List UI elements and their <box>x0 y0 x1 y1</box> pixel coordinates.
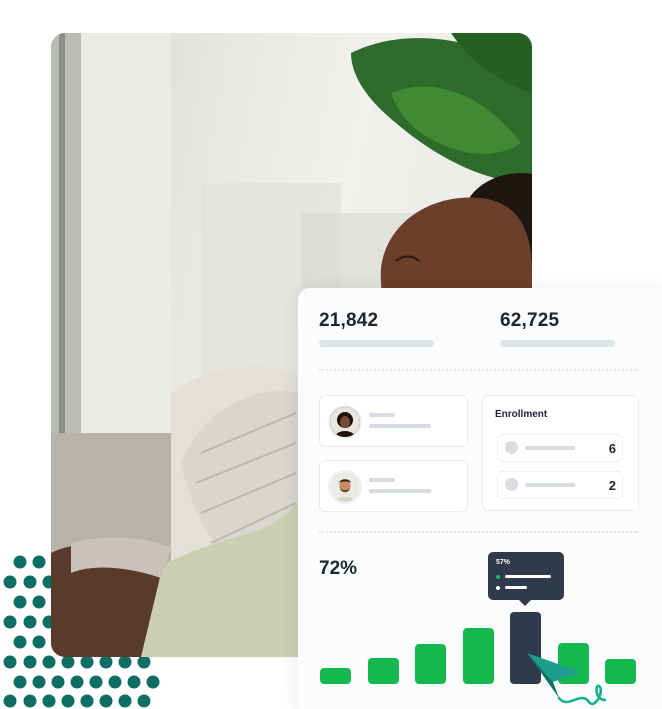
tooltip-line <box>505 586 527 589</box>
paper-plane-icon <box>527 653 607 706</box>
chart-bar[interactable] <box>367 658 399 684</box>
chart-bar[interactable] <box>462 628 494 684</box>
chart-tooltip: 57% <box>488 552 564 606</box>
tooltip-percent: 57% <box>496 559 511 566</box>
tooltip-line <box>505 575 551 578</box>
tooltip-green-dot <box>496 575 500 579</box>
dashboard-card: 21,842 62,725 Enrollment 6 2 72% 57% <box>298 288 662 709</box>
chart-bar[interactable] <box>320 668 351 684</box>
bar-chart <box>298 288 662 709</box>
tooltip-white-dot <box>496 586 500 590</box>
chart-bar[interactable] <box>415 644 446 684</box>
